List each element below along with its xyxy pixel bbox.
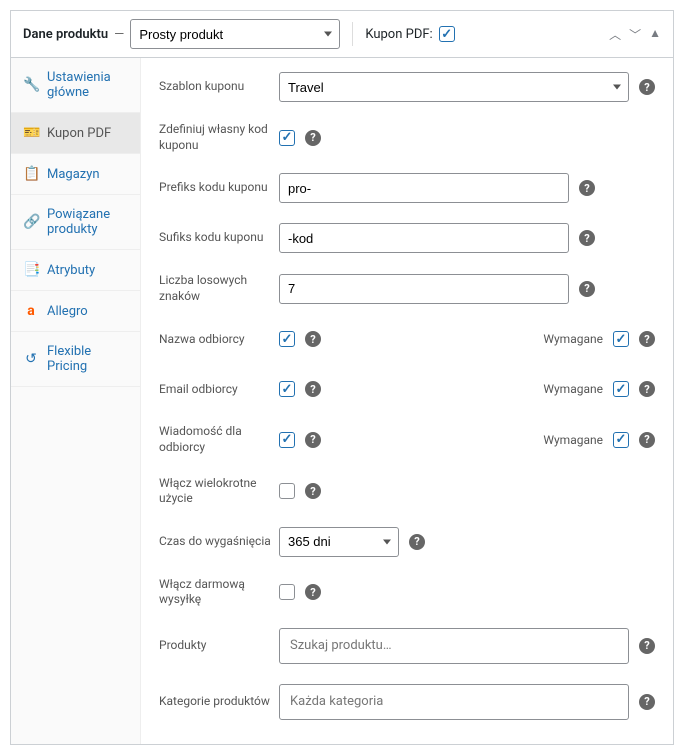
help-icon[interactable]: ? <box>305 432 321 448</box>
categories-search[interactable]: Każda kategoria <box>279 684 629 720</box>
help-icon[interactable]: ? <box>639 432 655 448</box>
recipient-msg-required-checkbox[interactable] <box>613 432 629 448</box>
allegro-icon: a <box>23 303 39 319</box>
recipient-email-required-checkbox[interactable] <box>613 381 629 397</box>
dash: — <box>114 27 124 42</box>
help-icon[interactable]: ? <box>639 331 655 347</box>
tab-label: Ustawienia główne <box>47 70 128 100</box>
pricing-icon: ↺ <box>23 351 39 367</box>
help-icon[interactable]: ? <box>639 694 655 710</box>
label-expiry: Czas do wygaśnięcia <box>159 534 279 550</box>
divider <box>352 22 353 46</box>
tab-general-settings[interactable]: 🔧 Ustawienia główne <box>11 58 140 113</box>
tab-flexible-pricing[interactable]: ↺ Flexible Pricing <box>11 332 140 387</box>
ticket-icon: 🎫 <box>23 125 39 141</box>
expiry-select[interactable]: 365 dni <box>279 527 399 557</box>
required-label: Wymagane <box>543 382 603 396</box>
tab-label: Allegro <box>47 304 88 319</box>
help-icon[interactable]: ? <box>305 331 321 347</box>
recipient-name-required-checkbox[interactable] <box>613 331 629 347</box>
chevron-down-icon[interactable]: ﹀ <box>629 26 641 43</box>
tabs-sidebar: 🔧 Ustawienia główne 🎫 Kupon PDF 📋 Magazy… <box>11 58 141 744</box>
chevron-up-icon[interactable]: ︿ <box>609 26 621 43</box>
recipient-name-checkbox[interactable] <box>279 331 295 347</box>
label-recipient-msg: Wiadomość dla odbiorcy <box>159 424 279 455</box>
label-template: Szablon kuponu <box>159 79 279 95</box>
tab-attributes[interactable]: 📑 Atrybuty <box>11 250 140 291</box>
suffix-input[interactable] <box>279 223 569 253</box>
recipient-msg-checkbox[interactable] <box>279 432 295 448</box>
help-icon[interactable]: ? <box>409 534 425 550</box>
tab-inventory[interactable]: 📋 Magazyn <box>11 154 140 195</box>
multi-use-checkbox[interactable] <box>279 483 295 499</box>
clipboard-icon: 📋 <box>23 166 39 182</box>
label-recipient-email: Email odbiorcy <box>159 382 279 398</box>
prefix-input[interactable] <box>279 173 569 203</box>
required-label: Wymagane <box>543 433 603 447</box>
help-icon[interactable]: ? <box>639 381 655 397</box>
panel-title: Dane produktu <box>23 27 108 42</box>
help-icon[interactable]: ? <box>579 180 595 196</box>
label-suffix: Sufiks kodu kuponu <box>159 230 279 246</box>
label-products: Produkty <box>159 638 279 654</box>
tab-label: Atrybuty <box>47 263 95 278</box>
recipient-email-checkbox[interactable] <box>279 381 295 397</box>
label-recipient-name: Nazwa odbiorcy <box>159 332 279 348</box>
caret-up-icon[interactable]: ▲ <box>649 26 661 43</box>
coupon-template-select[interactable]: Travel <box>279 72 629 102</box>
tab-label: Flexible Pricing <box>47 344 128 374</box>
tab-linked-products[interactable]: 🔗 Powiązane produkty <box>11 195 140 250</box>
help-icon[interactable]: ? <box>305 130 321 146</box>
product-type-select[interactable]: Prosty produkt <box>130 19 340 49</box>
free-shipping-checkbox[interactable] <box>279 584 295 600</box>
pdf-coupon-label: Kupon PDF: <box>365 27 432 42</box>
help-icon[interactable]: ? <box>639 79 655 95</box>
define-code-checkbox[interactable] <box>279 130 295 146</box>
tab-allegro[interactable]: a Allegro <box>11 291 140 332</box>
pdf-coupon-checkbox[interactable] <box>439 26 455 42</box>
wrench-icon: 🔧 <box>23 77 39 93</box>
random-chars-input[interactable] <box>279 274 569 304</box>
help-icon[interactable]: ? <box>639 638 655 654</box>
label-multi-use: Włącz wielokrotne użycie <box>159 476 279 507</box>
help-icon[interactable]: ? <box>579 230 595 246</box>
tab-label: Powiązane produkty <box>47 207 128 237</box>
tag-icon: 📑 <box>23 262 39 278</box>
link-icon: 🔗 <box>23 214 39 230</box>
tab-pdf-coupon[interactable]: 🎫 Kupon PDF <box>11 113 140 154</box>
settings-content: Szablon kuponu Travel ? Zdefiniuj własny… <box>141 58 673 744</box>
placeholder-text: Szukaj produktu… <box>290 638 392 653</box>
product-data-panel: Dane produktu — Prosty produkt Kupon PDF… <box>10 10 674 745</box>
help-icon[interactable]: ? <box>579 281 595 297</box>
panel-header: Dane produktu — Prosty produkt Kupon PDF… <box>11 11 673 58</box>
help-icon[interactable]: ? <box>305 381 321 397</box>
placeholder-text: Każda kategoria <box>290 694 383 709</box>
label-define-code: Zdefiniuj własny kod kuponu <box>159 122 279 153</box>
label-categories: Kategorie produktów <box>159 694 279 710</box>
tab-label: Kupon PDF <box>47 126 111 141</box>
label-random-chars: Liczba losowych znaków <box>159 273 279 304</box>
label-prefix: Prefiks kodu kuponu <box>159 180 279 196</box>
help-icon[interactable]: ? <box>305 584 321 600</box>
label-free-shipping: Włącz darmową wysyłkę <box>159 577 279 608</box>
help-icon[interactable]: ? <box>305 483 321 499</box>
required-label: Wymagane <box>543 332 603 346</box>
tab-label: Magazyn <box>47 167 100 182</box>
products-search[interactable]: Szukaj produktu… <box>279 628 629 664</box>
